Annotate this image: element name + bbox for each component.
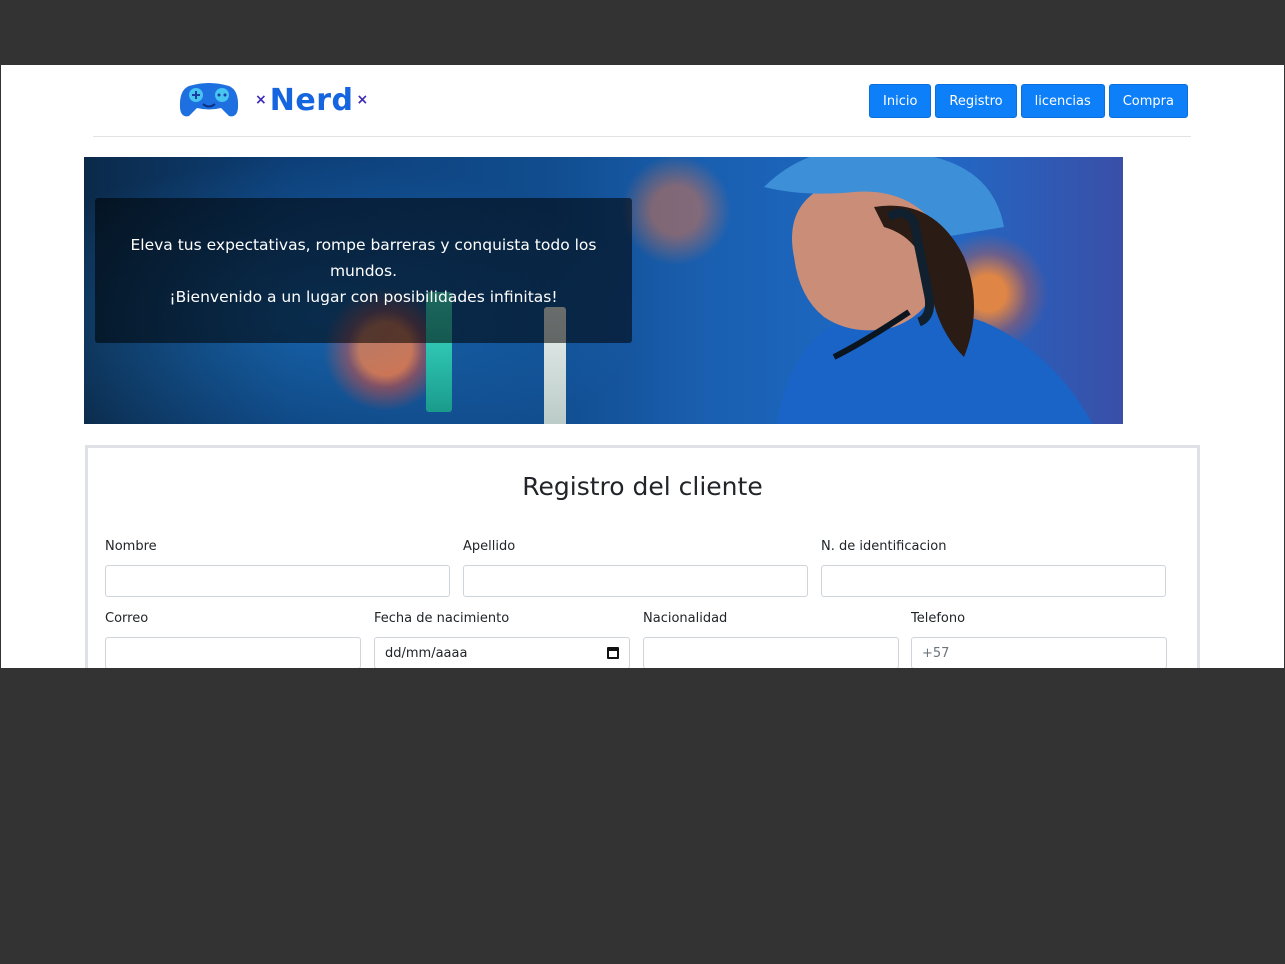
identificacion-field-group: N. de identificacion bbox=[821, 539, 1166, 597]
form-title: Registro del cliente bbox=[522, 472, 763, 501]
page: × Nerd × Inicio Registro licencias Compr… bbox=[1, 65, 1284, 668]
registration-form: Registro del cliente Nombre Apellido N. … bbox=[85, 445, 1200, 668]
gamepad-icon bbox=[179, 83, 239, 117]
hero-caption: Eleva tus expectativas, rompe barreras y… bbox=[95, 198, 632, 343]
brand-wordmark: × Nerd × bbox=[255, 83, 368, 118]
nav-compra-button[interactable]: Compra bbox=[1108, 84, 1188, 118]
correo-input[interactable] bbox=[105, 637, 361, 668]
telefono-field-group: Telefono +57 bbox=[911, 611, 1167, 668]
correo-label: Correo bbox=[105, 611, 149, 626]
nombre-field-group: Nombre bbox=[105, 539, 450, 597]
calendar-icon[interactable] bbox=[607, 647, 619, 659]
nav-inicio-button[interactable]: Inicio bbox=[869, 84, 932, 118]
nacionalidad-input[interactable] bbox=[643, 637, 899, 668]
gamer-figure bbox=[764, 157, 1093, 424]
brand-decor-right: × bbox=[356, 92, 369, 108]
nombre-input[interactable] bbox=[105, 565, 450, 597]
nav-registro-button[interactable]: Registro bbox=[935, 84, 1017, 118]
hero-banner: Eleva tus expectativas, rompe barreras y… bbox=[84, 157, 1123, 424]
apellido-field-group: Apellido bbox=[463, 539, 808, 597]
nav-menu: Inicio Registro licencias Compra bbox=[869, 84, 1188, 118]
fecha-field-group: Fecha de nacimiento dd/mm/aaaa bbox=[374, 611, 630, 668]
brand-decor-left: × bbox=[255, 92, 267, 108]
telefono-label: Telefono bbox=[911, 611, 966, 626]
hero-caption-line1: Eleva tus expectativas, rompe barreras y… bbox=[130, 235, 597, 280]
nav-licencias-button[interactable]: licencias bbox=[1020, 84, 1105, 118]
identificacion-input[interactable] bbox=[821, 565, 1166, 597]
identificacion-label: N. de identificacion bbox=[821, 539, 947, 554]
nombre-label: Nombre bbox=[105, 539, 157, 554]
navbar: × Nerd × Inicio Registro licencias Compr… bbox=[93, 65, 1191, 137]
fecha-label: Fecha de nacimiento bbox=[374, 611, 510, 626]
apellido-input[interactable] bbox=[463, 565, 808, 597]
telefono-input[interactable]: +57 bbox=[911, 637, 1167, 668]
hero-caption-line2: ¡Bienvenido a un lugar con posibilidades… bbox=[169, 287, 558, 306]
nacionalidad-label: Nacionalidad bbox=[643, 611, 728, 626]
fecha-placeholder: dd/mm/aaaa bbox=[385, 645, 468, 661]
nacionalidad-field-group: Nacionalidad bbox=[643, 611, 899, 668]
apellido-label: Apellido bbox=[463, 539, 516, 554]
brand-logo[interactable]: × Nerd × bbox=[179, 79, 368, 121]
brand-name: Nerd bbox=[269, 82, 354, 118]
fecha-input[interactable]: dd/mm/aaaa bbox=[374, 637, 630, 668]
correo-field-group: Correo bbox=[105, 611, 361, 668]
